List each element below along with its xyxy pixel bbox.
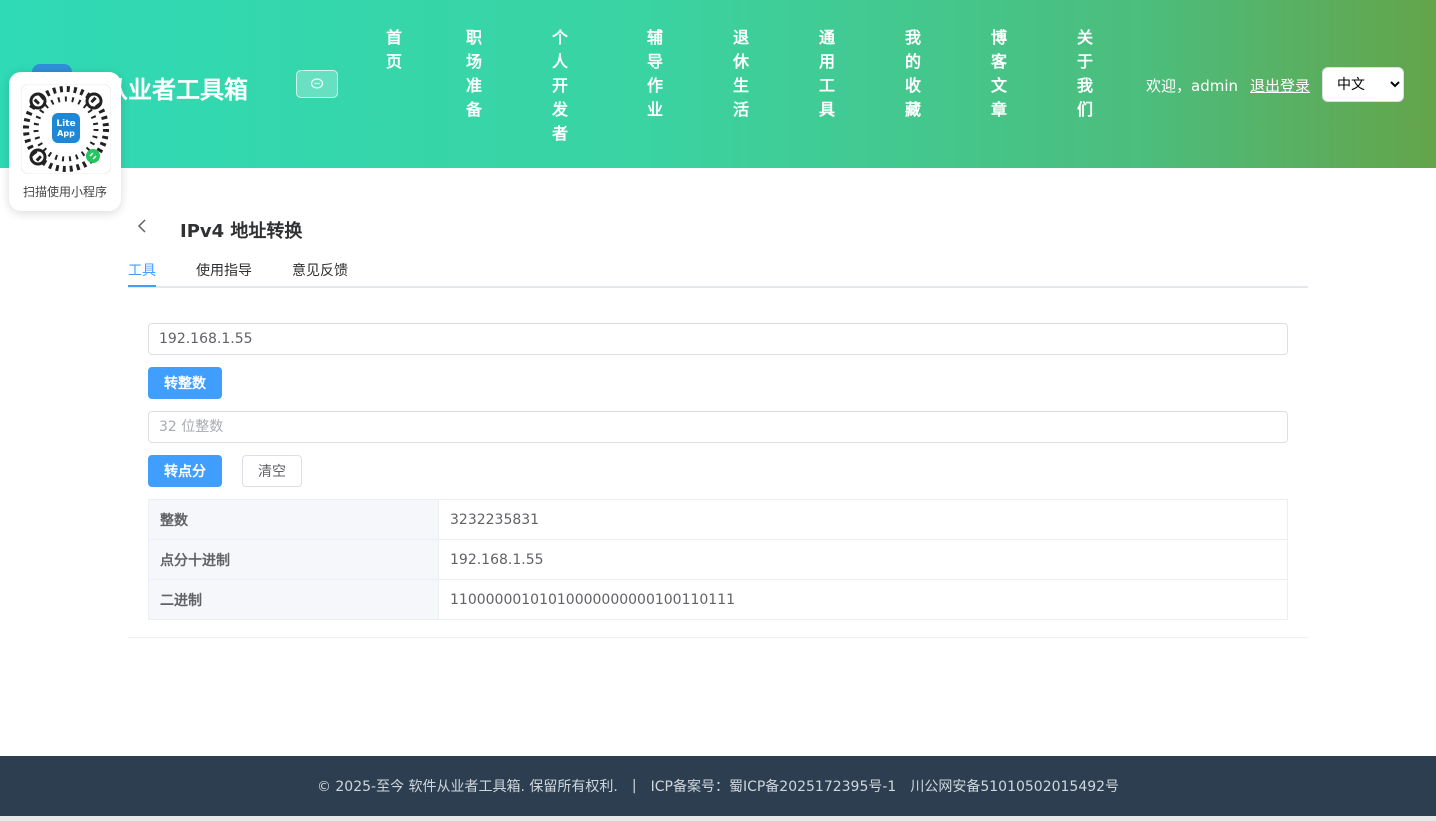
to-integer-button[interactable]: 转整数 (148, 367, 222, 399)
ip-input[interactable] (148, 323, 1288, 355)
integer-input[interactable] (148, 411, 1288, 443)
result-value: 3232235831 (438, 499, 1288, 540)
language-select[interactable]: 中文 (1322, 67, 1404, 102)
nav-item-career[interactable]: 职场准备 (465, 26, 483, 122)
welcome-text: 欢迎，admin (1146, 77, 1238, 95)
qr-logo-text-2: App (57, 129, 75, 138)
result-value: 192.168.1.55 (438, 539, 1288, 580)
result-label: 整数 (148, 499, 439, 540)
footer-icp-link[interactable]: ICP备案号：蜀ICP备2025172395号-1 (651, 776, 897, 796)
table-row: 点分十进制 192.168.1.55 (148, 539, 1288, 580)
result-label: 二进制 (148, 579, 439, 620)
qr-caption: 扫描使用小程序 (22, 185, 107, 199)
nav-item-favorites[interactable]: 我的收藏 (904, 26, 922, 122)
nav-item-blog[interactable]: 博客文章 (990, 26, 1008, 122)
top-header: 件从业者工具箱 首页 职场准备 个人开发者 辅导作业 退休生活 通用工具 我的收… (0, 0, 1436, 168)
clear-button[interactable]: 清空 (242, 455, 302, 487)
logout-link[interactable]: 退出登录 (1250, 75, 1310, 96)
nav-item-general-tools[interactable]: 通用工具 (818, 26, 836, 122)
footer-police-link[interactable]: 川公网安备51010502015492号 (910, 776, 1119, 796)
nav-item-indie-dev[interactable]: 个人开发者 (551, 26, 569, 146)
table-row: 整数 3232235831 (148, 499, 1288, 540)
qr-logo-text: Lite (56, 119, 75, 129)
nav-item-homework[interactable]: 辅导作业 (646, 26, 664, 122)
footer-separator: | (631, 778, 637, 794)
table-row: 二进制 11000000101010000000000100110111 (148, 579, 1288, 620)
tab-bar: 工具 使用指导 意见反馈 (128, 256, 1308, 288)
tab-feedback[interactable]: 意见反馈 (292, 260, 348, 280)
page-title: IPv4 地址转换 (180, 221, 303, 242)
qr-code-image: Lite App (20, 83, 112, 175)
qr-code-card: Lite App 扫描使用小程序 (9, 72, 121, 211)
chat-icon[interactable] (296, 70, 338, 98)
active-tab-indicator (128, 285, 156, 287)
footer: © 2025-至今 软件从业者工具箱. 保留所有权利. | ICP备案号：蜀IC… (0, 756, 1436, 816)
nav-item-home[interactable]: 首页 (385, 26, 403, 74)
footer-copyright: © 2025-至今 软件从业者工具箱. 保留所有权利. (316, 779, 618, 795)
result-value: 11000000101010000000000100110111 (438, 579, 1288, 620)
nav-item-retirement[interactable]: 退休生活 (732, 26, 750, 122)
result-table: 整数 3232235831 点分十进制 192.168.1.55 二进制 110… (148, 499, 1288, 620)
nav-item-about[interactable]: 关于我们 (1076, 26, 1094, 122)
result-label: 点分十进制 (148, 539, 439, 580)
back-arrow-icon[interactable] (137, 218, 147, 237)
tab-guide[interactable]: 使用指导 (196, 260, 252, 280)
tab-tool[interactable]: 工具 (128, 260, 156, 280)
footer-bottom-bar (0, 816, 1436, 821)
to-dotted-button[interactable]: 转点分 (148, 455, 222, 487)
